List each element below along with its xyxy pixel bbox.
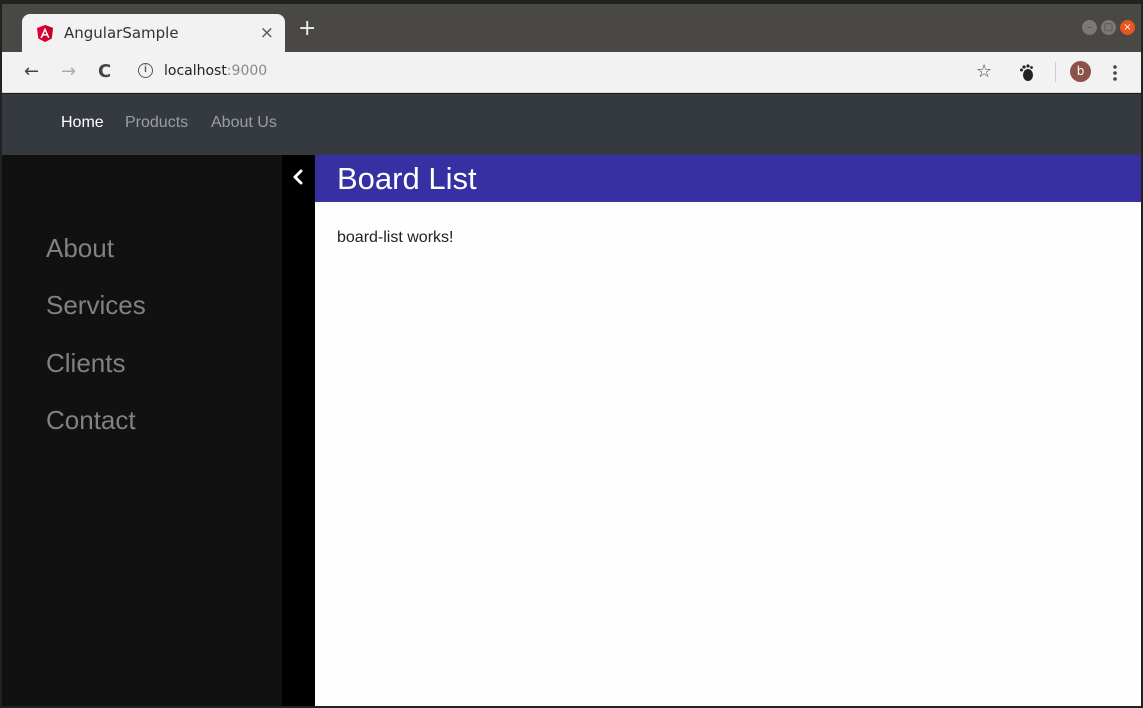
browser-titlebar: AngularSample × + – □ × bbox=[2, 4, 1141, 52]
window-close-button[interactable]: × bbox=[1120, 20, 1135, 35]
forward-icon[interactable]: → bbox=[61, 62, 76, 82]
url-port: :9000 bbox=[226, 63, 268, 79]
angular-logo-icon bbox=[37, 25, 53, 42]
browser-window: AngularSample × + – □ × ← → C i localhos… bbox=[0, 0, 1143, 708]
page-header: Board List bbox=[315, 155, 1141, 202]
url-host: localhost bbox=[164, 63, 227, 79]
nav-link-about-us[interactable]: About Us bbox=[211, 114, 277, 132]
sidebar: About Services Clients Contact bbox=[2, 155, 282, 706]
info-icon[interactable]: i bbox=[138, 63, 153, 78]
extension-icon[interactable] bbox=[1019, 64, 1035, 82]
tab-close-icon[interactable]: × bbox=[260, 23, 274, 43]
sidebar-toggle[interactable] bbox=[282, 155, 315, 706]
sidebar-item-clients[interactable]: Clients bbox=[46, 348, 125, 379]
nav-link-home[interactable]: Home bbox=[61, 114, 104, 132]
window-controls: – □ × bbox=[1082, 20, 1135, 35]
toolbar-divider bbox=[1055, 62, 1056, 82]
chevron-left-icon[interactable] bbox=[291, 167, 305, 187]
back-icon[interactable]: ← bbox=[24, 62, 39, 82]
nav-link-products[interactable]: Products bbox=[125, 114, 188, 132]
address-bar[interactable]: localhost:9000 bbox=[164, 63, 267, 79]
page-title: Board List bbox=[337, 161, 477, 196]
browser-toolbar: ← → C i localhost:9000 ☆ b bbox=[2, 52, 1141, 93]
sidebar-item-about[interactable]: About bbox=[46, 233, 114, 264]
maximize-button[interactable]: □ bbox=[1101, 20, 1116, 35]
profile-avatar[interactable]: b bbox=[1070, 61, 1091, 82]
sidebar-item-services[interactable]: Services bbox=[46, 290, 146, 321]
new-tab-button[interactable]: + bbox=[298, 18, 316, 40]
reload-icon[interactable]: C bbox=[98, 62, 111, 82]
star-icon[interactable]: ☆ bbox=[976, 62, 992, 82]
minimize-button[interactable]: – bbox=[1082, 20, 1097, 35]
menu-icon[interactable] bbox=[1112, 64, 1118, 82]
sidebar-item-contact[interactable]: Contact bbox=[46, 405, 136, 436]
browser-tab[interactable]: AngularSample × bbox=[22, 14, 285, 52]
main-content: Board List board-list works! bbox=[315, 155, 1141, 706]
tab-title: AngularSample bbox=[64, 24, 179, 42]
app-navbar: Home Products About Us bbox=[2, 94, 1141, 155]
board-list-text: board-list works! bbox=[337, 229, 454, 246]
